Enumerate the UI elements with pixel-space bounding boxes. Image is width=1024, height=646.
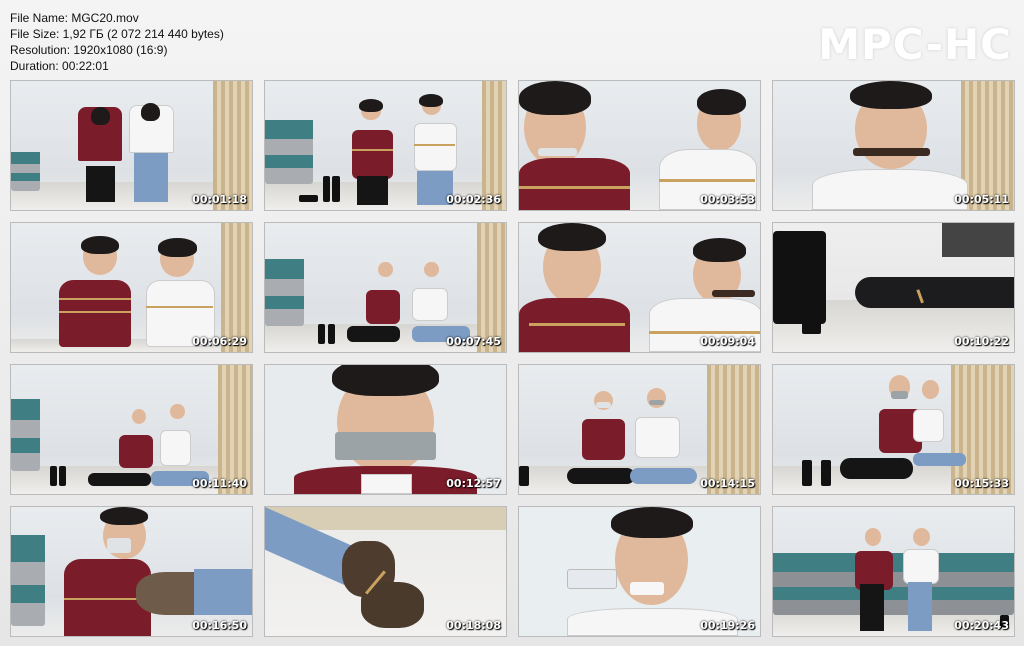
thumbnail-16[interactable]: 00:20:43 <box>772 506 1015 637</box>
timestamp: 00:18:08 <box>446 619 501 632</box>
timestamp: 00:12:57 <box>446 477 501 490</box>
timestamp: 00:09:04 <box>700 335 755 348</box>
timestamp: 00:03:53 <box>700 193 755 206</box>
thumbnail-9[interactable]: 00:11:40 <box>10 364 253 495</box>
timestamp: 00:05:11 <box>954 193 1009 206</box>
thumbnail-grid: 00:01:18 00:02:36 00:03:53 00:05:11 00:0… <box>10 80 1015 637</box>
timestamp: 00:14:15 <box>700 477 755 490</box>
resolution: Resolution: 1920x1080 (16:9) <box>10 43 168 57</box>
thumbnail-8[interactable]: 00:10:22 <box>772 222 1015 353</box>
thumbnail-6[interactable]: 00:07:45 <box>264 222 507 353</box>
thumbnail-11[interactable]: 00:14:15 <box>518 364 761 495</box>
timestamp: 00:19:26 <box>700 619 755 632</box>
timestamp: 00:10:22 <box>954 335 1009 348</box>
timestamp: 00:06:29 <box>192 335 247 348</box>
thumbnail-15[interactable]: 00:19:26 <box>518 506 761 637</box>
thumbnail-2[interactable]: 00:02:36 <box>264 80 507 211</box>
timestamp: 00:01:18 <box>192 193 247 206</box>
timestamp: 00:16:50 <box>192 619 247 632</box>
thumbnail-5[interactable]: 00:06:29 <box>10 222 253 353</box>
timestamp: 00:20:43 <box>954 619 1009 632</box>
timestamp: 00:15:33 <box>954 477 1009 490</box>
thumbnail-4[interactable]: 00:05:11 <box>772 80 1015 211</box>
timestamp: 00:07:45 <box>446 335 501 348</box>
thumbnail-1[interactable]: 00:01:18 <box>10 80 253 211</box>
mpc-hc-logo: MPC-HC <box>818 20 1012 69</box>
file-name: File Name: MGC20.mov <box>10 11 139 25</box>
thumbnail-12[interactable]: 00:15:33 <box>772 364 1015 495</box>
timestamp: 00:02:36 <box>446 193 501 206</box>
file-size: File Size: 1,92 ГБ (2 072 214 440 bytes) <box>10 27 224 41</box>
duration: Duration: 00:22:01 <box>10 59 109 73</box>
thumbnail-14[interactable]: 00:18:08 <box>264 506 507 637</box>
timestamp: 00:11:40 <box>192 477 247 490</box>
thumbnail-13[interactable]: 00:16:50 <box>10 506 253 637</box>
thumbnail-10[interactable]: 00:12:57 <box>264 364 507 495</box>
thumbnail-3[interactable]: 00:03:53 <box>518 80 761 211</box>
file-info: File Name: MGC20.mov File Size: 1,92 ГБ … <box>10 10 224 74</box>
thumbnail-7[interactable]: 00:09:04 <box>518 222 761 353</box>
